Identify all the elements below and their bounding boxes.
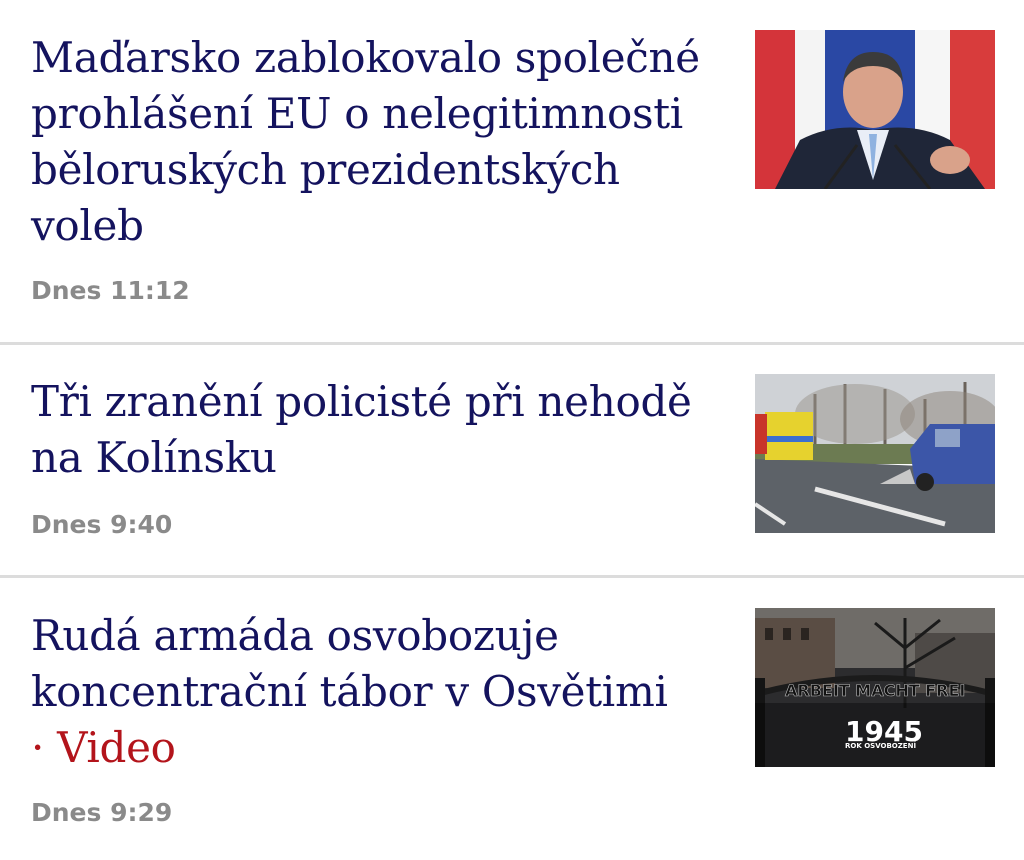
article-timestamp: Dnes 9:40 [31,510,173,539]
article-headline[interactable]: Tři zranění policisté při nehodě na Kolí… [31,374,731,486]
article-timestamp: Dnes 11:12 [31,276,190,305]
crash-photo [755,374,995,533]
article-thumbnail[interactable] [755,374,995,533]
article-item[interactable]: Maďarsko zablokovalo společné prohlášení… [0,0,1024,342]
article-thumbnail[interactable] [755,30,995,189]
auschwitz-gate-photo: ARBEIT MACHT FREI 1945 ROK OSVOBOZENÍ [755,608,995,767]
headline-text: Rudá armáda osvobozuje koncentrační tábo… [31,611,668,716]
video-label: · Video [31,723,176,772]
article-headline[interactable]: Maďarsko zablokovalo společné prohlášení… [31,30,731,254]
gate-sign-text: ARBEIT MACHT FREI [785,681,965,700]
politician-photo [755,30,995,189]
news-feed: Maďarsko zablokovalo společné prohlášení… [0,0,1024,860]
article-item[interactable]: Tři zranění policisté při nehodě na Kolí… [0,345,1024,575]
thumb-caption: ROK OSVOBOZENÍ [845,741,916,750]
article-timestamp: Dnes 9:29 [31,798,173,827]
article-item[interactable]: Rudá armáda osvobozuje koncentrační tábo… [0,578,1024,860]
article-thumbnail[interactable]: ARBEIT MACHT FREI 1945 ROK OSVOBOZENÍ [755,608,995,767]
article-headline[interactable]: Rudá armáda osvobozuje koncentrační tábo… [31,608,731,776]
